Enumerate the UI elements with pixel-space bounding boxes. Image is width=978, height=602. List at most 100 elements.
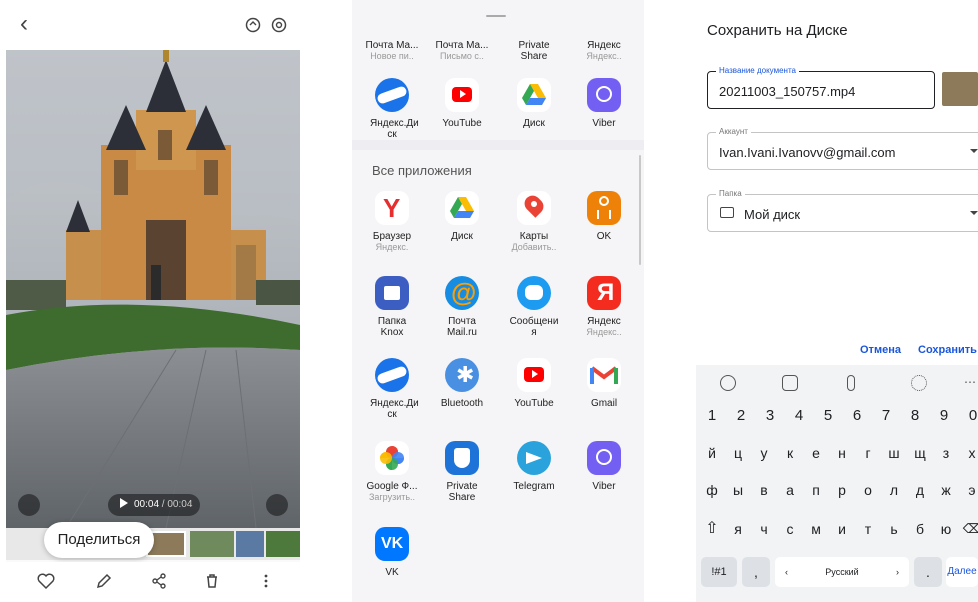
back-icon[interactable]: ‹ [20,12,28,36]
key[interactable]: й [699,438,725,468]
app-knox[interactable]: Папка Knox [355,276,429,338]
app-vk[interactable]: VK VK [355,527,429,578]
app-viber[interactable]: Viber [567,441,641,492]
edit-icon[interactable] [94,571,114,591]
document-name-field[interactable]: Название документа 20211003_150757.mp4 [707,66,935,109]
key[interactable]: р [829,475,855,505]
microphone-icon[interactable] [847,375,855,391]
filmstrip-thumb[interactable] [236,531,264,557]
key[interactable]: л [881,475,907,505]
trash-icon[interactable] [202,571,222,591]
more-icon[interactable] [256,571,276,591]
app-maps[interactable]: Карты Добавить.. [497,191,571,253]
rotate-icon[interactable] [244,16,262,34]
volume-icon[interactable] [266,494,288,516]
share-icon[interactable] [149,571,169,591]
key[interactable]: а [777,475,803,505]
key[interactable]: 7 [873,401,899,431]
key[interactable]: щ [907,438,933,468]
key[interactable]: т [855,514,881,544]
more-icon[interactable]: ⋯ [964,375,978,391]
key[interactable]: ю [933,514,959,544]
app-yandex-browser[interactable]: Y Браузер Яндекс. [355,191,429,253]
app-gmail[interactable]: Gmail [567,358,641,409]
key[interactable]: и [829,514,855,544]
key[interactable]: ы [725,475,751,505]
play-button[interactable]: 00:04 / 00:04 [108,494,200,516]
app-youtube-top[interactable]: YouTube [425,78,499,129]
key[interactable]: 9 [931,401,957,431]
cancel-button[interactable]: Отмена [860,344,901,356]
key[interactable]: 1 [699,401,725,431]
period-key[interactable]: . [914,557,942,587]
key[interactable]: к [777,438,803,468]
key[interactable]: я [725,514,751,544]
key[interactable]: э [959,475,978,505]
app-viber-top[interactable]: Viber [567,78,641,129]
key[interactable]: с [777,514,803,544]
key[interactable]: 3 [757,401,783,431]
key[interactable]: о [855,475,881,505]
shift-icon[interactable]: ⇧ [699,514,725,544]
key[interactable]: м [803,514,829,544]
app-private-share-top[interactable]: Private Share [497,34,571,62]
app-drive[interactable]: Диск [425,191,499,242]
app-yandex-top[interactable]: Яндекс Яндекс.. [567,34,641,62]
space-key[interactable]: ‹ Русский › [775,557,909,587]
save-button[interactable]: Сохранить [918,344,977,356]
app-google-photos[interactable]: Google Ф... Загрузить.. [355,441,429,503]
key[interactable]: д [907,475,933,505]
lens-icon[interactable] [270,16,288,34]
app-ok[interactable]: OK [567,191,641,242]
key[interactable]: ч [751,514,777,544]
key[interactable]: е [803,438,829,468]
app-private-share[interactable]: Private Share [425,441,499,503]
key[interactable]: ф [699,475,725,505]
key[interactable]: ж [933,475,959,505]
key[interactable]: 2 [728,401,754,431]
key[interactable]: з [933,438,959,468]
key[interactable]: 0 [960,401,978,431]
sheet-handle[interactable] [486,15,506,17]
key[interactable]: у [751,438,777,468]
app-mailru[interactable]: @ Почта Mail.ru [425,276,499,338]
comma-key[interactable]: , [742,557,770,587]
key[interactable]: ц [725,438,751,468]
app-messages[interactable]: Сообщени я [497,276,571,338]
backspace-icon[interactable]: ⌫ [959,514,978,544]
key[interactable]: б [907,514,933,544]
filmstrip-thumb[interactable] [266,531,300,557]
key[interactable]: ш [881,438,907,468]
key[interactable]: 4 [786,401,812,431]
key[interactable]: в [751,475,777,505]
key[interactable]: н [829,438,855,468]
heart-icon[interactable] [36,571,56,591]
settings-icon[interactable] [911,375,927,391]
app-drive-top[interactable]: Диск [497,78,571,129]
key[interactable]: г [855,438,881,468]
app-yandex[interactable]: Я Яндекс Яндекс.. [567,276,641,338]
app-mailru-new[interactable]: Почта Ма... Новое пи.. [355,34,429,62]
account-field[interactable]: Аккаунт Ivan.Ivani.Ivanovv@gmail.com [707,127,978,170]
sticker-icon[interactable] [782,375,798,391]
app-yandex-disk-top[interactable]: Яндекс.Ди ск [355,78,429,140]
key[interactable]: 5 [815,401,841,431]
folder-field[interactable]: Папка Мой диск [707,189,978,232]
document-name-value[interactable]: 20211003_150757.mp4 [719,84,855,99]
filmstrip-thumb[interactable] [190,531,234,557]
app-yandex-disk[interactable]: Яндекс.Ди ск [355,358,429,420]
next-key[interactable]: Далее [946,557,978,587]
key[interactable]: х [959,438,978,468]
key[interactable]: 8 [902,401,928,431]
capture-icon[interactable] [18,494,40,516]
key[interactable]: п [803,475,829,505]
key[interactable]: ь [881,514,907,544]
app-telegram[interactable]: Telegram [497,441,571,492]
emoji-icon[interactable] [720,375,736,391]
app-bluetooth[interactable]: ✱ Bluetooth [425,358,499,409]
key[interactable]: 6 [844,401,870,431]
video-frame[interactable] [6,50,300,528]
symbols-key[interactable]: !#1 [701,557,737,587]
app-mailru-letter[interactable]: Почта Ма... Письмо с.. [425,34,499,62]
app-youtube[interactable]: YouTube [497,358,571,409]
